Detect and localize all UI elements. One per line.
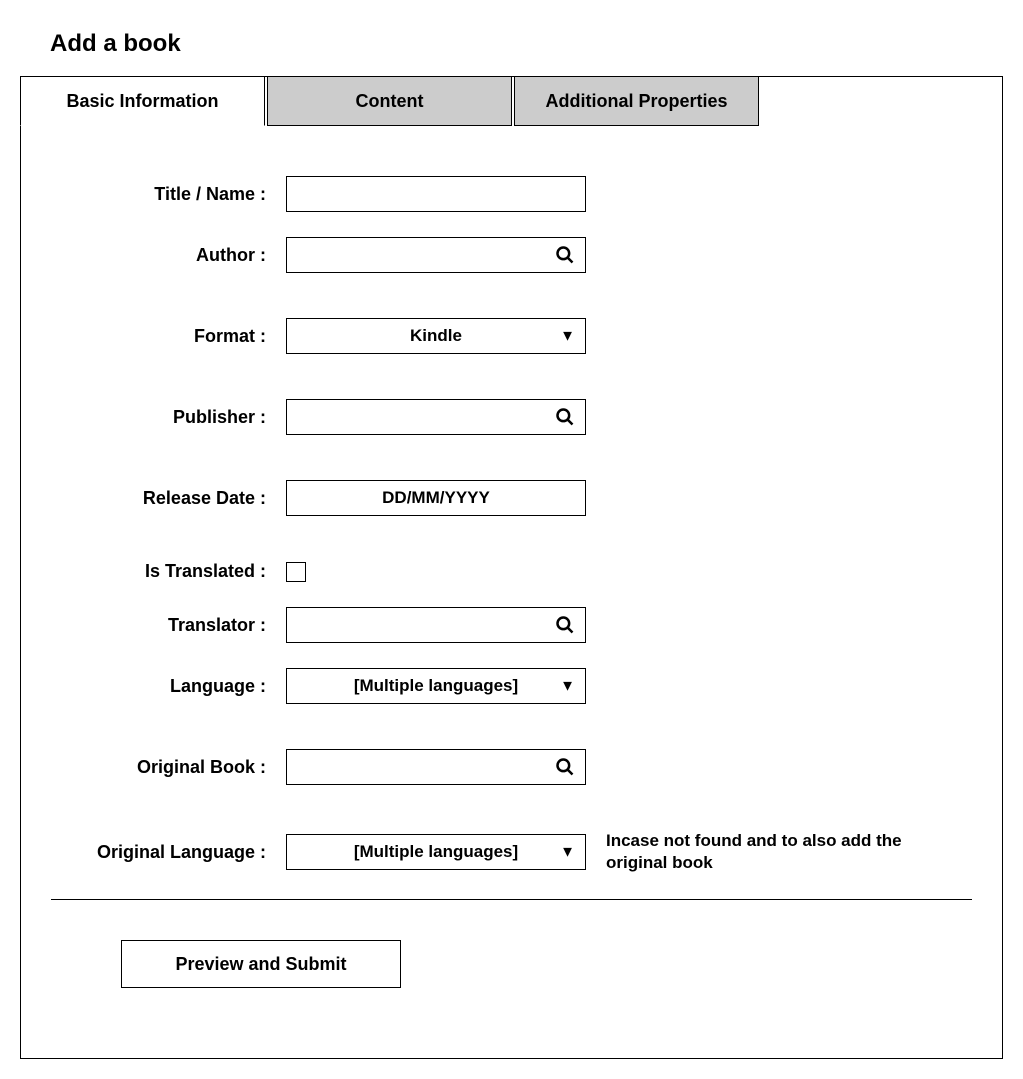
original-book-field[interactable]	[286, 749, 586, 785]
row-publisher: Publisher :	[41, 399, 982, 435]
language-value: [Multiple languages]	[287, 676, 585, 696]
author-input[interactable]	[287, 238, 585, 272]
publisher-field[interactable]	[286, 399, 586, 435]
title-field[interactable]	[286, 176, 586, 212]
row-format: Format : Kindle ▼	[41, 318, 982, 354]
label-original-language: Original Language :	[41, 842, 286, 863]
label-translator: Translator :	[41, 615, 286, 636]
row-release-date: Release Date : DD/MM/YYYY	[41, 480, 982, 516]
language-select[interactable]: [Multiple languages] ▼	[286, 668, 586, 704]
label-language: Language :	[41, 676, 286, 697]
tab-additional-properties[interactable]: Additional Properties	[514, 76, 759, 126]
label-format: Format :	[41, 326, 286, 347]
label-release-date: Release Date :	[41, 488, 286, 509]
original-book-input[interactable]	[287, 750, 585, 784]
translator-input[interactable]	[287, 608, 585, 642]
format-value: Kindle	[287, 326, 585, 346]
row-title: Title / Name :	[41, 176, 982, 212]
label-publisher: Publisher :	[41, 407, 286, 428]
label-original-book: Original Book :	[41, 757, 286, 778]
row-is-translated: Is Translated :	[41, 561, 982, 582]
tab-label: Additional Properties	[545, 91, 727, 112]
preview-submit-button[interactable]: Preview and Submit	[121, 940, 401, 988]
tab-basic-information[interactable]: Basic Information	[20, 76, 265, 126]
format-select[interactable]: Kindle ▼	[286, 318, 586, 354]
chevron-down-icon: ▼	[560, 329, 575, 344]
label-is-translated: Is Translated :	[41, 561, 286, 582]
divider	[51, 899, 972, 900]
translator-field[interactable]	[286, 607, 586, 643]
title-input[interactable]	[287, 177, 585, 211]
row-author: Author :	[41, 237, 982, 273]
form-panel: Basic Information Content Additional Pro…	[20, 76, 1003, 1059]
search-icon[interactable]	[555, 615, 575, 635]
page-title: Add a book	[50, 30, 1003, 58]
chevron-down-icon: ▼	[560, 845, 575, 860]
row-original-language: Original Language : [Multiple languages]…	[41, 830, 982, 874]
author-field[interactable]	[286, 237, 586, 273]
row-original-book: Original Book :	[41, 749, 982, 785]
label-title: Title / Name :	[41, 184, 286, 205]
search-icon[interactable]	[555, 245, 575, 265]
tab-content[interactable]: Content	[267, 76, 512, 126]
search-icon[interactable]	[555, 757, 575, 777]
submit-button-label: Preview and Submit	[175, 954, 346, 975]
search-icon[interactable]	[555, 407, 575, 427]
original-language-value: [Multiple languages]	[287, 842, 585, 862]
label-author: Author :	[41, 245, 286, 266]
publisher-input[interactable]	[287, 400, 585, 434]
row-translator: Translator :	[41, 607, 982, 643]
release-date-placeholder: DD/MM/YYYY	[287, 488, 585, 508]
original-language-hint: Incase not found and to also add the ori…	[606, 830, 946, 874]
chevron-down-icon: ▼	[560, 679, 575, 694]
tab-label: Basic Information	[66, 91, 218, 112]
release-date-field[interactable]: DD/MM/YYYY	[286, 480, 586, 516]
tabs: Basic Information Content Additional Pro…	[20, 76, 1002, 126]
row-language: Language : [Multiple languages] ▼	[41, 668, 982, 704]
tab-label: Content	[356, 91, 424, 112]
is-translated-checkbox[interactable]	[286, 562, 306, 582]
original-language-select[interactable]: [Multiple languages] ▼	[286, 834, 586, 870]
form-area: Title / Name : Author : Format : Kindle	[21, 126, 1002, 1058]
